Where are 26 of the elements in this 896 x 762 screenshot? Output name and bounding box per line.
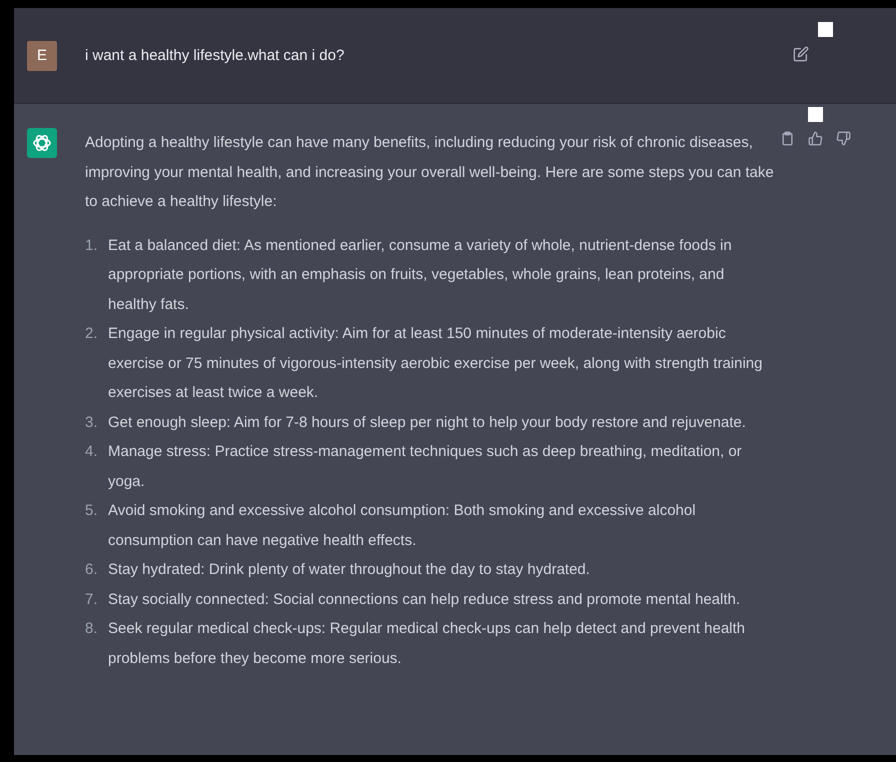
square-marker (818, 22, 833, 37)
square-marker (808, 107, 823, 122)
assistant-message: Adopting a healthy lifestyle can have many benefits, including reducing your risk of chronic diseases, improving your mental health, and increasing your overall well-being. Here are some steps you can take to achieve a healthy lifestyle: (85, 133, 775, 212)
list-number: 3. (85, 412, 99, 432)
list-number: 5. (85, 501, 99, 521)
assistant-logo-icon (27, 128, 57, 158)
list-number: 1. (85, 236, 99, 256)
list-number: 8. (85, 619, 99, 639)
list-item-text: Engage in regular physical activity: Aim for at least 150 minutes of moderate-intensity aerobic exercise or 75 minutes of vigorous-intensity aerobic exercise per week, along with strength training exercises at least twice a week. (108, 324, 764, 403)
list-item-text: Stay socially connected: Social connections can help reduce stress and promote mental health. (108, 590, 742, 610)
list-item-text: Stay hydrated: Drink plenty of water throughout the day to stay hydrated. (108, 560, 591, 580)
list-number: 7. (85, 590, 99, 610)
list-number: 6. (85, 560, 99, 580)
clipboard-icon[interactable] (780, 131, 795, 146)
user-avatar: E (27, 40, 57, 70)
list-item-text: Eat a balanced diet: As mentioned earlier, consume a variety of whole, nutrient-dense foods in appropriate portions, with an emphasis on fruits, vegetables, whole grains, lean proteins, and healthy fats. (108, 236, 733, 314)
user-message: i want a healthy lifestyle.what can i do? (85, 47, 346, 64)
list-number: 2. (85, 324, 99, 344)
thumbs-up-icon[interactable] (808, 131, 823, 146)
list-item-text: Avoid smoking and excessive alcohol consumption: Both smoking and excessive alcohol consumption can have negative health effects. (108, 501, 697, 550)
list-item-text: Get enough sleep: Aim for 7-8 hours of sleep per night to help your body restore and rejuvenate. (108, 412, 747, 432)
thumbs-down-icon[interactable] (836, 131, 851, 146)
list-item-text: Manage stress: Practice stress-management techniques such as deep breathing, meditation, or yoga. (108, 442, 743, 492)
list-number: 4. (85, 442, 99, 462)
list-item-text: Seek regular medical check-ups: Regular medical check-ups can help detect and prevent health problems before they become more serious. (108, 619, 746, 668)
edit-icon[interactable] (792, 46, 808, 62)
